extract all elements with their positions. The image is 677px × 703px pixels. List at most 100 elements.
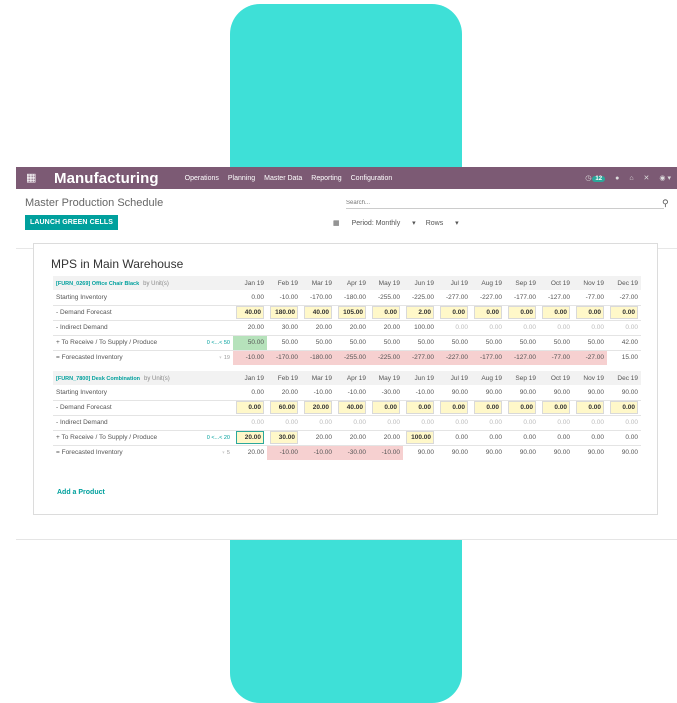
value-cell: -10.00	[279, 293, 298, 301]
sheet-title: MPS in Main Warehouse	[51, 257, 184, 271]
month-header: Jul 19	[437, 276, 471, 290]
row-label: Starting Inventory	[56, 293, 107, 301]
value-cell: 0.00	[505, 319, 539, 335]
value-cell: 0.00	[233, 414, 267, 430]
editable-cell-input[interactable]: 60.00	[270, 401, 298, 414]
editable-cell-input[interactable]: 0.00	[236, 401, 264, 414]
editable-cell-input[interactable]: 40.00	[304, 306, 332, 319]
value-cell: 0.00	[573, 304, 607, 320]
editable-cell-input[interactable]: 0.00	[542, 401, 570, 414]
month-header: Jun 19	[403, 276, 437, 290]
editable-cell-input[interactable]: 0.00	[610, 306, 638, 319]
mps-row: = Forecasted Inventory ♀ 19 -10.00 -170.00-…	[53, 349, 641, 365]
rows-dropdown[interactable]: Rows ▾	[426, 219, 459, 227]
menu-planning[interactable]: Planning	[228, 175, 255, 182]
value-cell: 30.00	[267, 429, 301, 445]
month-header: Oct 19	[539, 276, 573, 290]
value-cell: 0.00	[471, 414, 505, 430]
mps-row: - Demand Forecast 0.00 60.00 20.00 40.00 0.00…	[53, 399, 641, 415]
value-cell: 50.00	[267, 334, 301, 350]
launch-green-cells-button[interactable]: LAUNCH GREEN CELLS	[25, 215, 119, 230]
product-name-link[interactable]: [FURN_0269] Office Chair Black	[56, 281, 139, 287]
month-header: Feb 19	[267, 276, 301, 290]
product-uom: by Unit(s)	[144, 375, 170, 382]
value-cell: 0.00	[607, 429, 641, 445]
editable-cell-input[interactable]: 0.00	[610, 401, 638, 414]
editable-cell-input[interactable]: 0.00	[576, 306, 604, 319]
menu-configuration[interactable]: Configuration	[351, 175, 393, 182]
editable-cell-input[interactable]: 2.00	[406, 306, 434, 319]
app-name[interactable]: Manufacturing	[54, 170, 159, 187]
editable-cell-input[interactable]: 0.00	[372, 306, 400, 319]
main-menu: Operations Planning Master Data Reportin…	[185, 175, 402, 182]
value-cell: 90.00	[607, 444, 641, 460]
editable-cell-input[interactable]: 0.00	[440, 401, 468, 414]
value-cell: 90.00	[471, 444, 505, 460]
editable-cell-input[interactable]: 40.00	[236, 306, 264, 319]
row-aux	[195, 290, 233, 305]
search-input[interactable]	[346, 197, 664, 209]
value-cell: 20.00	[301, 399, 335, 415]
value-cell: -30.00	[381, 388, 400, 396]
value-cell: -227.00	[479, 293, 502, 301]
value-cell: -277.00	[403, 349, 437, 365]
activity-icon[interactable]: ◷ 12	[585, 174, 606, 182]
editable-cell-input[interactable]: 0.00	[474, 401, 502, 414]
month-header: Dec 19	[607, 371, 641, 385]
editable-cell-input[interactable]: 0.00	[406, 401, 434, 414]
value-cell: -27.00	[619, 293, 638, 301]
row-aux	[194, 414, 233, 430]
editable-cell-input[interactable]: 180.00	[270, 306, 298, 319]
rows-label: Rows	[425, 220, 444, 227]
editable-cell-input[interactable]: 105.00	[338, 306, 366, 319]
value-cell: 40.00	[335, 399, 369, 415]
value-cell: 0.00	[251, 388, 264, 396]
value-cell: 0.00	[573, 319, 607, 335]
add-product-link[interactable]: Add a Product	[57, 489, 105, 496]
menu-reporting[interactable]: Reporting	[311, 175, 341, 182]
editable-cell-input[interactable]: 100.00	[406, 431, 434, 444]
editable-cell-input[interactable]: 0.00	[576, 401, 604, 414]
product-name-link[interactable]: [FURN_7800] Desk Combination	[56, 376, 140, 382]
replenish-range: 0 <...< 20	[194, 429, 233, 445]
app-window: ▦ Manufacturing Operations Planning Mast…	[16, 167, 677, 540]
value-cell: 0.00	[233, 399, 267, 415]
header-aux-cell	[194, 371, 233, 385]
row-label: + To Receive / To Supply / Produce	[53, 334, 195, 350]
editable-cell-input[interactable]: 30.00	[270, 431, 298, 444]
mps-row: + To Receive / To Supply / Produce 0 <...…	[53, 429, 641, 445]
value-cell: 60.00	[267, 399, 301, 415]
user-avatar[interactable]: ◉ ▾	[659, 174, 671, 182]
value-cell: 90.00	[451, 388, 468, 396]
month-header: Nov 19	[573, 276, 607, 290]
editable-cell-input[interactable]: 20.00	[304, 401, 332, 414]
month-header: Aug 19	[471, 371, 505, 385]
row-label: = Forecasted Inventory	[53, 444, 195, 460]
chat-icon[interactable]: ●	[615, 175, 619, 182]
editable-cell-input[interactable]: 0.00	[372, 401, 400, 414]
value-cell: -255.00	[377, 293, 400, 301]
value-cell: 0.00	[403, 399, 437, 415]
debug-icon[interactable]: ✕	[644, 174, 650, 182]
editable-cell-input[interactable]: 0.00	[542, 306, 570, 319]
value-cell: 0.00	[437, 414, 471, 430]
period-dropdown[interactable]: ▦ Period: Monthly ▾	[333, 219, 416, 227]
editable-cell-input[interactable]: 0.00	[474, 306, 502, 319]
mps-row: Starting Inventory 0.00 20.00 -10.00 -10.00 -…	[53, 385, 641, 400]
apps-grid-icon[interactable]: ▦	[26, 167, 42, 189]
month-header: Mar 19	[301, 371, 335, 385]
editable-cell-input[interactable]: 0.00	[508, 401, 536, 414]
month-header: Jun 19	[403, 371, 437, 385]
menu-master-data[interactable]: Master Data	[264, 175, 302, 182]
value-cell: -77.00	[585, 293, 604, 301]
editable-cell-input[interactable]: 20.00	[236, 431, 264, 444]
month-header: Jan 19	[233, 276, 267, 290]
value-cell: 0.00	[471, 304, 505, 320]
editable-cell-input[interactable]: 40.00	[338, 401, 366, 414]
search-icon[interactable]: ⚲	[662, 198, 669, 209]
home-icon[interactable]: ⌂	[629, 175, 633, 182]
menu-operations[interactable]: Operations	[185, 175, 219, 182]
value-cell: 20.00	[301, 319, 335, 335]
editable-cell-input[interactable]: 0.00	[508, 306, 536, 319]
editable-cell-input[interactable]: 0.00	[440, 306, 468, 319]
